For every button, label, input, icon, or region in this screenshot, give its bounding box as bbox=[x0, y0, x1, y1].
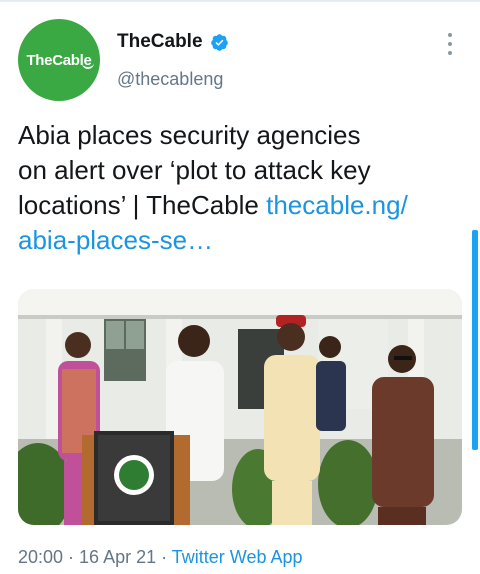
verified-badge-icon bbox=[210, 33, 228, 51]
tweet-link-part: thecable.ng/ bbox=[266, 190, 408, 220]
more-dot bbox=[448, 51, 452, 55]
tweet-date[interactable]: 16 Apr 21 bbox=[79, 547, 156, 567]
tweet-text: Abia places security agencies on alert o… bbox=[18, 118, 458, 258]
more-dot bbox=[448, 33, 452, 37]
scrollbar[interactable] bbox=[472, 230, 478, 450]
tweet-source-link[interactable]: Twitter Web App bbox=[172, 547, 303, 567]
tweet-text-line: Abia places security agencies bbox=[18, 120, 361, 150]
user-handle[interactable]: @thecableng bbox=[117, 69, 223, 90]
meta-separator: · bbox=[63, 547, 80, 567]
avatar[interactable]: TheCable bbox=[18, 19, 100, 101]
tweet-text-line: locations’ | TheCable bbox=[18, 190, 267, 220]
author-name-row: TheCable bbox=[117, 31, 229, 53]
more-options-icon[interactable] bbox=[447, 33, 453, 55]
press-conference-photo-icon bbox=[18, 289, 462, 525]
tweet-time[interactable]: 20:00 bbox=[18, 547, 63, 567]
top-divider bbox=[0, 0, 480, 2]
tweet-media-image[interactable] bbox=[18, 289, 462, 525]
display-name[interactable]: TheCable bbox=[117, 31, 203, 53]
tweet-link-part: abia-places-se… bbox=[18, 225, 214, 255]
more-dot bbox=[448, 42, 452, 46]
meta-separator: · bbox=[156, 547, 172, 567]
tweet-meta: 20:00 · 16 Apr 21 · Twitter Web App bbox=[18, 547, 303, 568]
tweet-text-line: on alert over ‘plot to attack key bbox=[18, 155, 371, 185]
